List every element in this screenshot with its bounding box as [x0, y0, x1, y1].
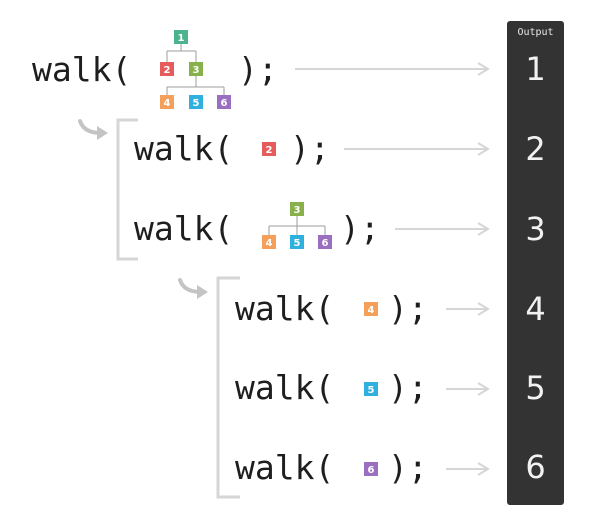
tree-subtree-3: 3 4 5 6 — [262, 202, 332, 249]
call-2-prefix: walk( — [134, 129, 233, 168]
output-value-6: 6 — [525, 448, 545, 486]
call-6-node-label: 6 — [368, 465, 375, 476]
call-4-node-label: 4 — [368, 305, 375, 316]
tree-node-1-label: 1 — [178, 33, 185, 44]
call-1-suffix: ); — [238, 50, 278, 89]
call-3-suffix: ); — [340, 209, 380, 248]
arrow-row-6 — [446, 462, 490, 476]
output-value-2: 2 — [525, 130, 545, 168]
tree-full: 1 2 3 4 5 6 — [160, 30, 231, 109]
arrow-row-2 — [344, 142, 490, 156]
call-5-suffix: ); — [388, 368, 428, 407]
tree-node-3-label: 3 — [193, 65, 200, 76]
subtree-node-3-label: 3 — [294, 205, 301, 216]
call-1-prefix: walk( — [32, 50, 131, 89]
output-title: Output — [517, 27, 553, 38]
arrow-row-5 — [446, 382, 490, 396]
tree-node-2-label: 2 — [164, 65, 171, 76]
output-value-5: 5 — [525, 369, 545, 407]
arrow-row-1 — [295, 62, 490, 76]
arrow-row-4 — [446, 302, 490, 316]
subtree-node-4-label: 4 — [266, 238, 273, 249]
call-3-prefix: walk( — [134, 209, 233, 248]
call-6-prefix: walk( — [235, 448, 334, 487]
output-panel — [507, 21, 564, 505]
output-value-1: 1 — [525, 50, 545, 88]
call-2-node-label: 2 — [266, 145, 273, 156]
arrow-row-3 — [395, 222, 490, 236]
call-6-suffix: ); — [388, 448, 428, 487]
output-value-3: 3 — [525, 210, 545, 248]
call-4-suffix: ); — [388, 289, 428, 328]
recurse-arrow-1 — [78, 119, 108, 140]
tree-node-6-label: 6 — [221, 98, 228, 109]
call-4-prefix: walk( — [235, 289, 334, 328]
output-value-4: 4 — [525, 290, 545, 328]
subtree-node-6-label: 6 — [322, 238, 329, 249]
call-5-node-label: 5 — [368, 385, 375, 396]
subtree-node-5-label: 5 — [294, 238, 301, 249]
call-5-prefix: walk( — [235, 368, 334, 407]
tree-node-4-label: 4 — [164, 98, 171, 109]
recursion-diagram: Output 1 2 3 4 5 6 walk( ); 1 2 3 4 5 6 … — [32, 21, 564, 505]
call-2-suffix: ); — [290, 129, 330, 168]
tree-node-5-label: 5 — [193, 98, 200, 109]
recurse-arrow-2 — [178, 278, 208, 299]
